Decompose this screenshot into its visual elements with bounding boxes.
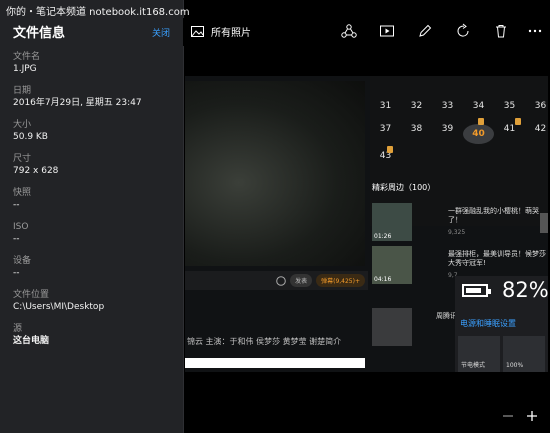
more-icon[interactable] xyxy=(527,23,543,39)
danmaku-button[interactable]: 弹幕(9,425)+ xyxy=(316,274,365,287)
calendar-cell: 32 xyxy=(410,101,423,111)
field-filename: 文件名 1.JPG xyxy=(13,52,178,75)
calendar-cell: 42 xyxy=(534,124,547,134)
slideshow-icon[interactable] xyxy=(379,23,395,39)
zoom-in-icon[interactable] xyxy=(524,408,540,424)
calendar-cell: 33 xyxy=(441,101,454,111)
video-thumbnail: 01:26 xyxy=(372,203,412,241)
photo-icon xyxy=(191,26,204,37)
item-desc: 最强排柜，最美训导员！候梦莎大秀守冠军! xyxy=(448,250,546,267)
battery-icon xyxy=(462,284,491,297)
field-value: 50.9 KB xyxy=(13,132,48,142)
calendar-cell: 36 xyxy=(534,101,547,111)
badge xyxy=(515,118,521,125)
all-photos-label: 所有照片 xyxy=(211,28,251,39)
field-size: 大小 50.9 KB xyxy=(13,120,178,143)
calendar-cell: 43 xyxy=(379,151,392,161)
calendar-cell-today: 40 xyxy=(463,124,494,144)
field-value: C:\Users\MI\Desktop xyxy=(13,302,105,312)
photo-view: 31 32 33 34 35 36 37 38 39 40 41 42 43 精… xyxy=(185,76,548,372)
cast-line: 锦云 主演：于和伟 侯梦莎 黄梦莹 谢楚简介 xyxy=(187,337,342,346)
calendar-cell: 37 xyxy=(379,124,392,134)
field-location: 文件位置 C:\Users\MI\Desktop xyxy=(13,290,178,313)
field-label: 文件位置 xyxy=(13,290,50,300)
field-label: ISO xyxy=(13,222,29,232)
field-value: 这台电脑 xyxy=(13,336,50,346)
share-icon[interactable] xyxy=(341,23,357,39)
badge xyxy=(387,146,393,153)
scroll-arrow[interactable] xyxy=(540,213,548,233)
field-value: -- xyxy=(13,200,20,210)
calendar-cell: 39 xyxy=(441,124,454,134)
delete-icon[interactable] xyxy=(493,23,509,39)
battery-saver-tile[interactable]: 节电模式 xyxy=(458,336,500,372)
video-thumbnail: 04:16 xyxy=(372,246,412,284)
video-frame xyxy=(185,81,365,266)
close-button[interactable]: 关闭 xyxy=(152,26,170,39)
white-bar xyxy=(185,358,365,368)
panel-title: 文件信息 xyxy=(13,26,66,41)
post-button[interactable]: 发表 xyxy=(290,274,313,287)
emoji-icon[interactable] xyxy=(276,275,286,286)
field-date: 日期 2016年7月29日, 星期五 23:47 xyxy=(13,86,178,109)
battery-flyout: 82% 电源和睡眠设置 节电模式 100% xyxy=(455,276,548,372)
field-label: 快照 xyxy=(13,188,32,198)
duration: 01:26 xyxy=(374,233,392,240)
badge xyxy=(478,118,484,125)
field-label: 大小 xyxy=(13,120,32,130)
field-source: 源 这台电脑 xyxy=(13,324,178,347)
duration: 04:16 xyxy=(374,276,392,283)
field-label: 源 xyxy=(13,324,23,334)
power-sleep-settings-link[interactable]: 电源和睡眠设置 xyxy=(460,318,516,329)
field-value: 792 x 628 xyxy=(13,166,59,176)
video-thumbnail xyxy=(372,308,412,346)
field-dimensions: 尺寸 792 x 628 xyxy=(13,154,178,177)
today-marker: 40 xyxy=(463,124,494,144)
photo-toolbar: 所有照片 xyxy=(183,18,550,46)
calendar-cell: 34 xyxy=(472,101,485,111)
field-iso: ISO -- xyxy=(13,222,178,245)
field-value: 1.JPG xyxy=(13,64,37,74)
field-snapshot: 快照 -- xyxy=(13,188,178,211)
calendar-cell: 38 xyxy=(410,124,423,134)
item-desc: 一群强融乱我的小樱桃！萌哭了！ xyxy=(448,207,539,224)
brightness-tile[interactable]: 100% xyxy=(503,336,545,372)
tile-label: 100% xyxy=(506,362,524,369)
comment-bar: 发表 弹幕(9,425)+ xyxy=(185,271,368,290)
all-photos-button[interactable]: 所有照片 xyxy=(191,24,251,39)
battery-percent: 82% xyxy=(502,278,548,302)
list-item[interactable]: 01:26 一群强融乱我的小樱桃！萌哭了！ 9,325 xyxy=(372,203,546,243)
field-label: 尺寸 xyxy=(13,154,32,164)
zoom-out-icon[interactable] xyxy=(500,408,516,424)
watermark: 你的・笔记本频道 notebook.it168.com xyxy=(6,7,190,18)
field-device: 设备 -- xyxy=(13,256,178,279)
field-value: -- xyxy=(13,268,20,278)
edit-icon[interactable] xyxy=(417,23,433,39)
field-label: 设备 xyxy=(13,256,32,266)
field-value: 2016年7月29日, 星期五 23:47 xyxy=(13,98,142,108)
calendar-cell: 35 xyxy=(503,101,516,111)
field-label: 日期 xyxy=(13,86,32,96)
rotate-icon[interactable] xyxy=(455,23,471,39)
calendar-cell: 31 xyxy=(379,101,392,111)
calendar-cell: 41 xyxy=(503,124,516,134)
section-title: 精彩周边（100） xyxy=(372,183,436,192)
tile-label: 节电模式 xyxy=(461,362,486,369)
field-label: 文件名 xyxy=(13,52,41,62)
file-info-panel: 你的・笔记本频道 notebook.it168.com 文件信息 关闭 文件名 … xyxy=(0,0,190,433)
field-value: -- xyxy=(13,234,20,244)
item-meta: 9,325 xyxy=(448,229,466,236)
